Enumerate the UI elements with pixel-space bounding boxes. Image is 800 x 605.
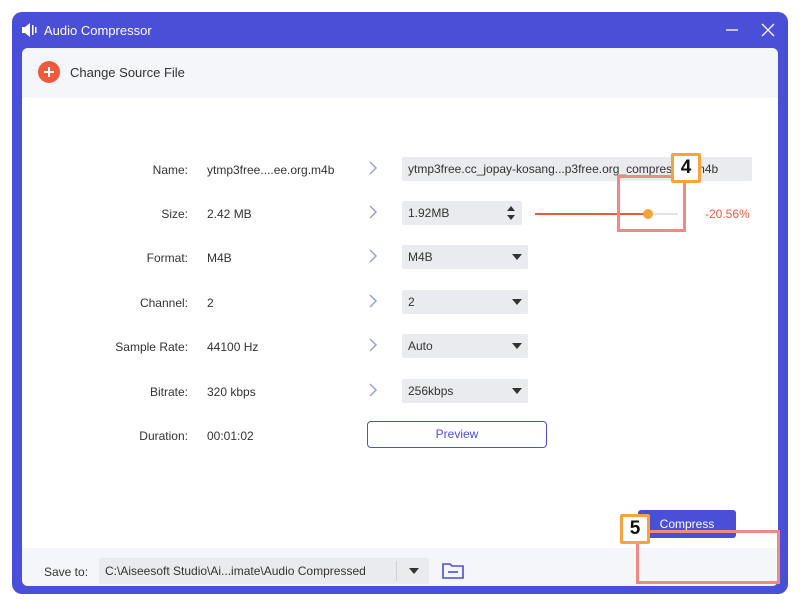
stepper-arrows-icon[interactable] [506,204,516,222]
size-original-value: 2.42 MB [207,207,252,221]
bitrate-select[interactable]: 256kbps [402,379,528,403]
audio-compressor-window: Audio Compressor Change Source File Name… [12,12,788,594]
audio-compress-icon [22,23,37,37]
close-button[interactable] [756,18,780,42]
chevron-down-icon[interactable] [409,568,419,574]
close-icon [761,23,775,37]
bitrate-original-value: 320 kbps [207,385,256,399]
format-selected-value: M4B [408,250,433,264]
source-toolbar: Change Source File [22,48,778,98]
chevron-down-icon [512,254,522,260]
minimize-icon [726,29,738,31]
bitrate-selected-value: 256kbps [408,384,454,398]
save-path-value: C:\Aiseesoft Studio\Ai...imate\Audio Com… [105,564,366,578]
title-bar: Audio Compressor [12,12,788,48]
change-source-file-link[interactable]: Change Source File [70,65,185,80]
output-size-field[interactable]: 1.92MB [402,201,522,225]
sample-rate-original-value: 44100 Hz [207,340,259,354]
save-to-label: Save to: [44,565,89,579]
name-label: Name: [152,163,188,177]
save-path-divider [396,561,397,581]
chevron-down-icon [512,299,522,305]
window-title: Audio Compressor [44,23,152,38]
sample-rate-select[interactable]: Auto [402,334,528,358]
chevron-right-icon [369,161,378,175]
channel-label: Channel: [139,296,188,310]
compress-highlight-box [636,530,780,584]
preview-button[interactable]: Preview [367,421,547,448]
chevron-right-icon [369,249,378,263]
format-select[interactable]: M4B [402,245,528,269]
channel-original-value: 2 [207,296,214,310]
plus-icon [44,67,54,77]
add-source-button[interactable] [38,61,60,83]
minimize-button[interactable] [720,18,744,42]
chevron-right-icon [369,294,378,308]
chevron-down-icon [512,343,522,349]
channel-selected-value: 2 [408,295,415,309]
channel-select[interactable]: 2 [402,290,528,314]
chevron-right-icon [369,338,378,352]
size-label: Size: [161,207,188,221]
sample-rate-selected-value: Auto [408,339,433,353]
chevron-down-icon [512,388,522,394]
duration-value: 00:01:02 [207,429,254,443]
output-size-value: 1.92MB [408,206,450,220]
step-5-badge: 5 [620,514,650,544]
save-path-dropdown[interactable]: C:\Aiseesoft Studio\Ai...imate\Audio Com… [99,558,429,584]
bitrate-label: Bitrate: [149,385,188,399]
name-original-value: ytmp3free....ee.org.m4b [207,163,335,177]
slider-highlight-box [617,175,686,232]
chevron-right-icon [369,383,378,397]
chevron-right-icon [369,205,378,219]
folder-icon[interactable] [442,561,464,579]
main-panel: Change Source File Name: ytmp3free....ee… [22,48,778,586]
step-4-badge: 4 [671,153,701,183]
duration-label: Duration: [139,429,188,443]
format-original-value: M4B [207,251,232,265]
format-label: Format: [146,251,188,265]
sample-rate-label: Sample Rate: [115,340,188,354]
size-reduction-percent: -20.56% [705,207,750,221]
